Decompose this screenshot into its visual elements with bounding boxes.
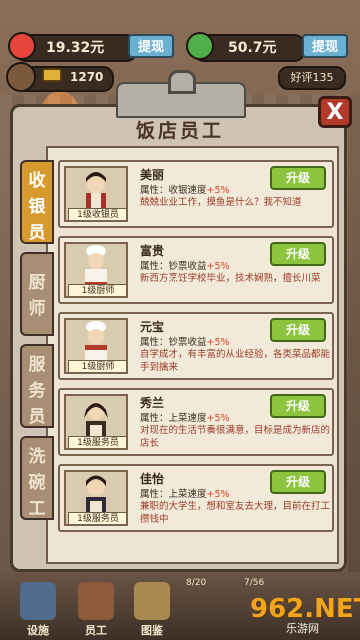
chef-man-icon: 1级厨师 bbox=[64, 242, 128, 298]
facility-icon[interactable] bbox=[20, 582, 56, 620]
staff-name: 元宝 bbox=[140, 320, 165, 334]
waitress-icon: 1级服务员 bbox=[64, 394, 128, 450]
staff-level: 1级收银员 bbox=[68, 208, 126, 220]
review-badge: 好评135 bbox=[278, 66, 346, 90]
panel-title: 饭店员工 bbox=[135, 120, 224, 142]
staff-nav-icon[interactable] bbox=[78, 582, 114, 620]
staff-card: 1级服务员 佳怡 属性：上菜速度+5% 兼职的大学生，想和室友去大理，目前在打工… bbox=[58, 464, 334, 532]
avatar[interactable] bbox=[6, 62, 36, 92]
coin-stack-icon bbox=[42, 68, 62, 82]
clipboard-clip bbox=[116, 70, 246, 118]
chef-woman-icon: 1级厨师 bbox=[64, 318, 128, 374]
staff-attribute: 属性：钞票收益+5% bbox=[140, 334, 230, 348]
progress-count: 7/56 bbox=[244, 578, 265, 588]
attr-label: 属性： bbox=[140, 185, 169, 196]
attr-percent: +5% bbox=[206, 185, 230, 196]
staff-description: 自学成才，有丰富的从业经验，各类菜品都能手到擒来 bbox=[140, 349, 331, 373]
close-button[interactable]: X bbox=[318, 96, 352, 128]
upgrade-button[interactable]: 升级 bbox=[270, 166, 326, 190]
tab-cashier-label: 收银员 bbox=[28, 171, 46, 243]
staff-level: 1级厨师 bbox=[68, 360, 126, 372]
attr-label: 属性： bbox=[140, 261, 169, 272]
upgrade-button[interactable]: 升级 bbox=[270, 242, 326, 266]
withdraw-secondary-button[interactable]: 提现 bbox=[302, 34, 348, 58]
nav-staff-label[interactable]: 员工 bbox=[76, 622, 116, 638]
tab-waiter-label: 服务员 bbox=[28, 355, 46, 427]
upgrade-button[interactable]: 升级 bbox=[270, 470, 326, 494]
tab-cashier[interactable]: 收银员 bbox=[20, 160, 54, 244]
attr-percent: +5% bbox=[206, 261, 230, 272]
staff-name: 秀兰 bbox=[140, 396, 165, 410]
staff-description: 新西方烹饪学校毕业，技术娴熟，擅长川菜 bbox=[140, 273, 321, 284]
tab-waiter[interactable]: 服务员 bbox=[20, 344, 54, 428]
cash-primary-value: 19.32元 bbox=[46, 40, 105, 56]
attr-name: 上菜速度 bbox=[168, 413, 207, 424]
nav-collection-label[interactable]: 图鉴 bbox=[132, 622, 172, 638]
collection-icon[interactable] bbox=[134, 582, 170, 620]
staff-description: 兼职的大学生，想和室友去大理，目前在打工攒钱中 bbox=[140, 501, 331, 525]
withdraw-primary-button[interactable]: 提现 bbox=[128, 34, 174, 58]
staff-level: 1级厨师 bbox=[68, 284, 126, 296]
staff-description: 兢兢业业工作，摸鱼是什么？我不知道 bbox=[140, 197, 302, 208]
staff-description: 对现在的生活节奏很满意，目标是成为新店的店长 bbox=[140, 425, 331, 449]
tab-chef[interactable]: 厨师 bbox=[20, 252, 54, 336]
waitress-student-icon: 1级服务员 bbox=[64, 470, 128, 526]
cash-secondary-value: 50.7元 bbox=[228, 40, 277, 56]
progress-count: 8/20 bbox=[186, 578, 207, 588]
staff-level: 1级服务员 bbox=[68, 436, 126, 448]
attr-name: 上菜速度 bbox=[168, 489, 207, 500]
tab-dishwasher-label: 洗碗工 bbox=[28, 447, 46, 519]
cashier-woman-icon: 1级收银员 bbox=[64, 166, 128, 222]
staff-card: 1级厨师 元宝 属性：钞票收益+5% 自学成才，有丰富的从业经验，各类菜品都能手… bbox=[58, 312, 334, 380]
staff-card: 1级厨师 富贵 属性：钞票收益+5% 新西方烹饪学校毕业，技术娴熟，擅长川菜 升… bbox=[58, 236, 334, 304]
staff-level: 1级服务员 bbox=[68, 512, 126, 524]
wechat-icon bbox=[186, 32, 214, 60]
attr-percent: +5% bbox=[206, 413, 230, 424]
attr-label: 属性： bbox=[140, 413, 169, 424]
attr-percent: +5% bbox=[206, 489, 230, 500]
attr-name: 钞票收益 bbox=[168, 261, 207, 272]
upgrade-button[interactable]: 升级 bbox=[270, 394, 326, 418]
staff-name: 佳怡 bbox=[140, 472, 165, 486]
coin-count: 1270 bbox=[70, 70, 104, 84]
attr-name: 收银速度 bbox=[168, 185, 207, 196]
red-envelope-icon bbox=[8, 32, 36, 60]
attr-label: 属性： bbox=[140, 337, 169, 348]
staff-card: 1级服务员 秀兰 属性：上菜速度+5% 对现在的生活节奏很满意，目标是成为新店的… bbox=[58, 388, 334, 456]
staff-attribute: 属性：上菜速度+5% bbox=[140, 486, 230, 500]
watermark-text: 乐游网 bbox=[286, 622, 319, 635]
nav-facility-label[interactable]: 设施 bbox=[18, 622, 58, 638]
staff-card: 1级收银员 美丽 属性：收银速度+5% 兢兢业业工作，摸鱼是什么？我不知道 升级 bbox=[58, 160, 334, 228]
staff-attribute: 属性：上菜速度+5% bbox=[140, 410, 230, 424]
staff-attribute: 属性：钞票收益+5% bbox=[140, 258, 230, 272]
attr-label: 属性： bbox=[140, 489, 169, 500]
tab-dishwasher[interactable]: 洗碗工 bbox=[20, 436, 54, 520]
upgrade-button[interactable]: 升级 bbox=[270, 318, 326, 342]
attr-percent: +5% bbox=[206, 337, 230, 348]
attr-name: 钞票收益 bbox=[168, 337, 207, 348]
staff-name: 美丽 bbox=[140, 168, 165, 182]
staff-name: 富贵 bbox=[140, 244, 165, 258]
tab-chef-label: 厨师 bbox=[28, 273, 46, 319]
staff-attribute: 属性：收银速度+5% bbox=[140, 182, 230, 196]
